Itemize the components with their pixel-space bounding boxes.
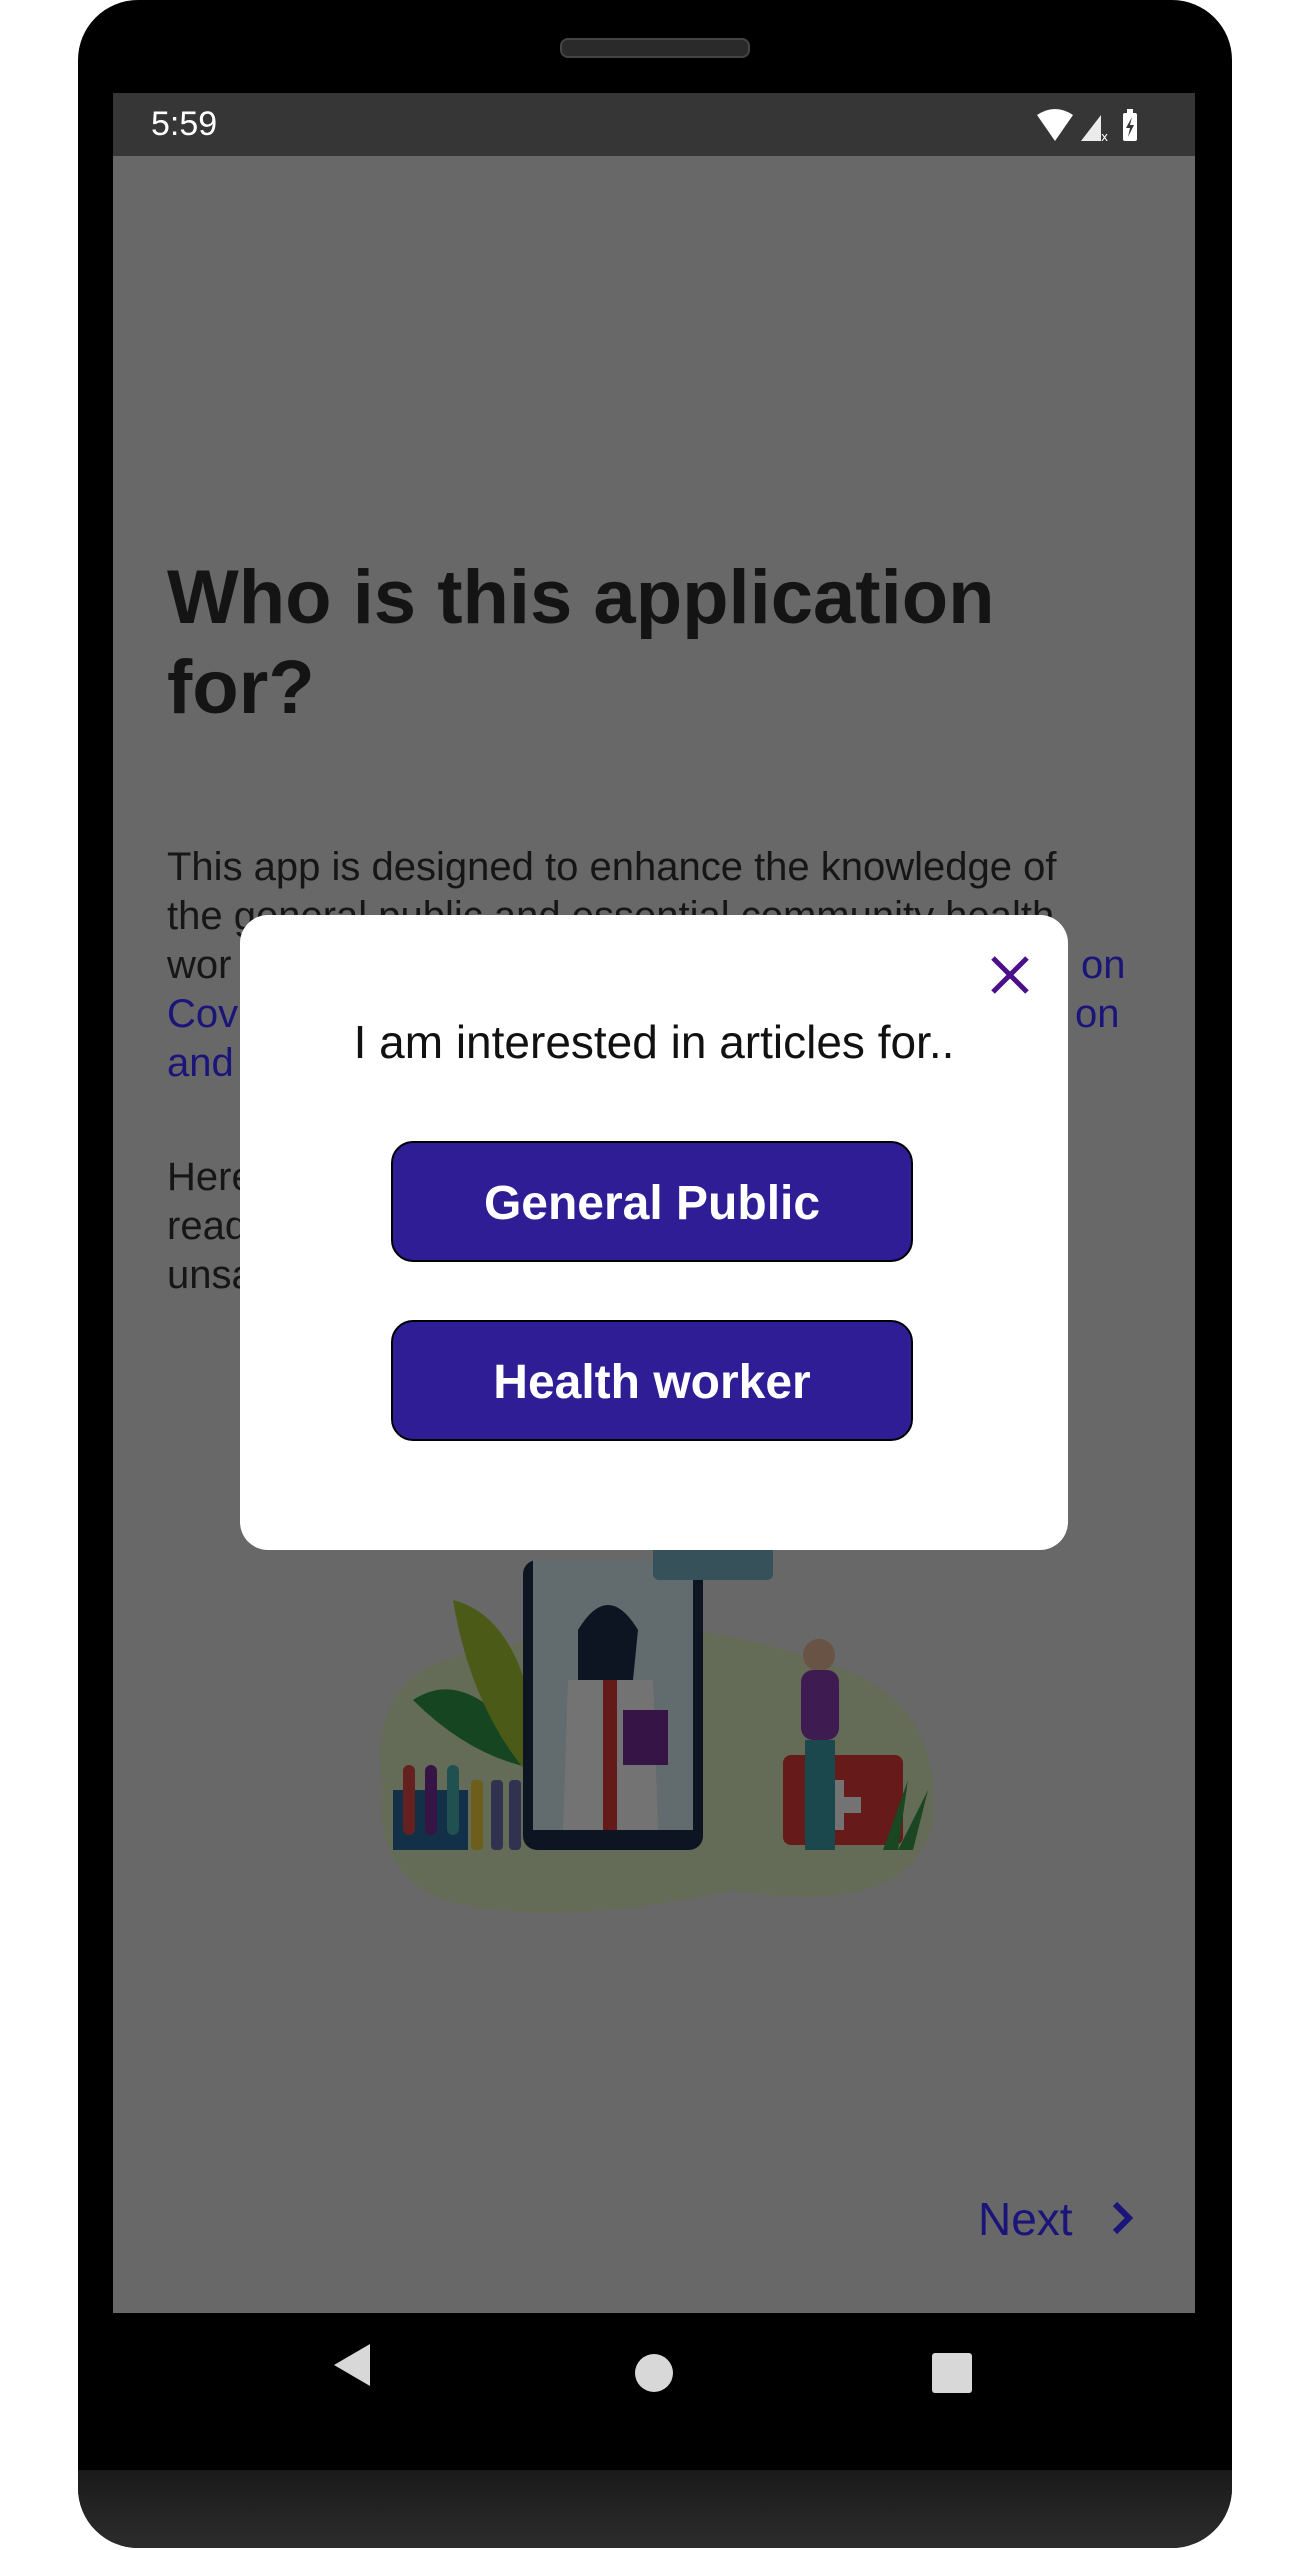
body-text-line: This app is designed to enhance the know… bbox=[167, 845, 1057, 889]
signal-icon bbox=[1081, 115, 1101, 141]
telehealth-illustration bbox=[380, 1540, 934, 1913]
link-text[interactable]: and bbox=[167, 1039, 234, 1088]
chevron-right-icon bbox=[1113, 2201, 1134, 2235]
back-icon[interactable] bbox=[330, 2340, 376, 2390]
status-time: 5:59 bbox=[151, 105, 218, 143]
status-icons: x bbox=[1037, 109, 1137, 143]
next-button[interactable]: Next bbox=[978, 2192, 1137, 2246]
recents-icon[interactable] bbox=[932, 2353, 972, 2393]
close-icon bbox=[991, 956, 1029, 994]
status-bar: 5:59 x bbox=[113, 93, 1195, 156]
next-label: Next bbox=[978, 2193, 1073, 2245]
speaker-grille bbox=[560, 38, 750, 58]
screen: 5:59 x Who is this application for? This… bbox=[113, 93, 1195, 2313]
page-title: Who is this application for? bbox=[167, 555, 995, 730]
audience-dialog: I am interested in articles for.. Genera… bbox=[240, 915, 1068, 1550]
close-button[interactable] bbox=[985, 950, 1035, 1000]
dialog-title: I am interested in articles for.. bbox=[353, 1016, 955, 1068]
health-worker-button[interactable]: Health worker bbox=[391, 1320, 913, 1441]
wifi-icon bbox=[1037, 109, 1073, 141]
home-icon[interactable] bbox=[634, 2353, 674, 2393]
link-text[interactable]: Cov bbox=[167, 990, 238, 1039]
phone-bezel bbox=[78, 2470, 1232, 2548]
svg-text:x: x bbox=[1101, 130, 1108, 143]
link-text[interactable]: on bbox=[1075, 990, 1120, 1039]
link-text[interactable]: on bbox=[1081, 941, 1126, 990]
body-text-line: read bbox=[167, 1204, 248, 1248]
body-text-line: wor bbox=[167, 943, 232, 987]
general-public-button[interactable]: General Public bbox=[391, 1141, 913, 1262]
